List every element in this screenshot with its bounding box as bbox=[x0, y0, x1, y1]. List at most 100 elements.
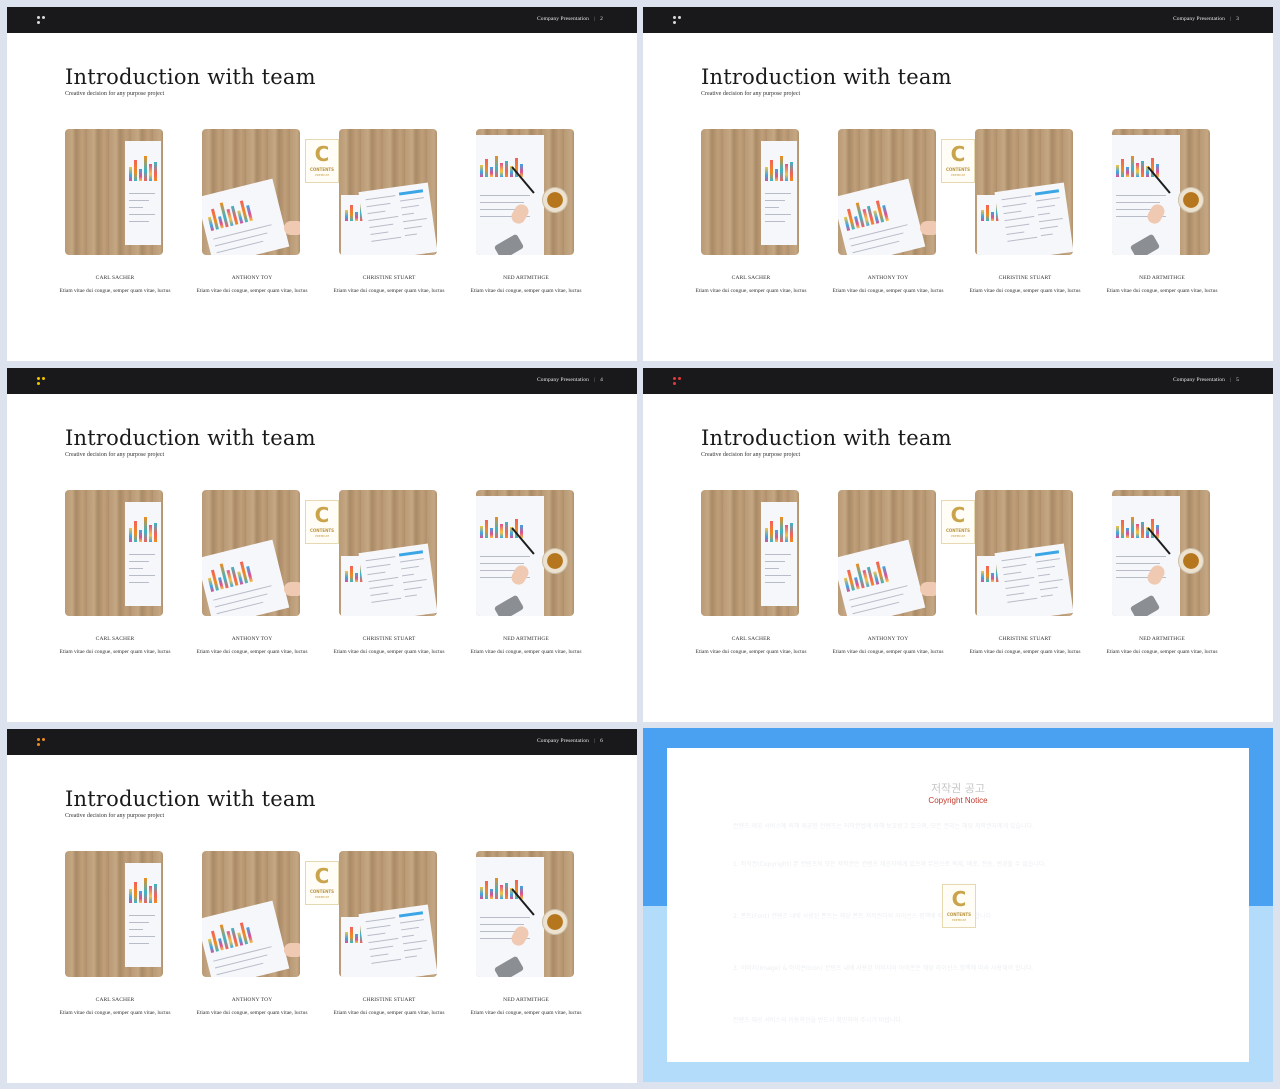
text-line-mark bbox=[1005, 584, 1030, 590]
chart-paper bbox=[761, 141, 797, 245]
chart-bar-mark bbox=[500, 523, 503, 538]
team-member-description: Etiam vitae dui congue, semper quam vita… bbox=[470, 649, 582, 655]
chart-bar-mark bbox=[1121, 520, 1124, 538]
text-line-mark bbox=[129, 922, 149, 923]
text-line-mark bbox=[400, 919, 424, 924]
team-slide[interactable]: Company Presentation | 5 Introduction with … bbox=[643, 368, 1273, 722]
team-member-photo bbox=[975, 129, 1073, 255]
chart-bar-mark bbox=[139, 530, 142, 542]
team-slide[interactable]: Company Presentation | 6 Introduction with … bbox=[7, 729, 637, 1083]
text-line-mark bbox=[1116, 195, 1166, 196]
chart-bar-mark bbox=[495, 517, 498, 538]
text-line-mark bbox=[850, 232, 904, 247]
coffee-cup-icon bbox=[1178, 548, 1204, 574]
chart-bar-mark bbox=[991, 573, 994, 582]
chart-bar-mark bbox=[480, 164, 483, 177]
team-member-photo bbox=[202, 490, 300, 616]
team-member-card: CARL SACHER Etiam vitae dui congue, sempe… bbox=[55, 851, 175, 1019]
header-separator: | bbox=[593, 16, 596, 22]
team-member-card: CHRISTINE STUART Etiam vitae dui congue, … bbox=[329, 490, 449, 658]
chart-bar-mark bbox=[770, 160, 773, 181]
text-line-mark bbox=[1005, 223, 1030, 229]
text-line-mark bbox=[129, 561, 149, 562]
chart-bar-mark bbox=[765, 166, 768, 181]
brand-logo-icon bbox=[37, 377, 47, 387]
chart-bar-mark bbox=[345, 571, 348, 582]
team-member-name: CARL SACHER bbox=[95, 275, 135, 281]
team-slide[interactable]: Company Presentation | 4 Introduction with … bbox=[7, 368, 637, 722]
slide-title: Introduction with team bbox=[701, 426, 952, 450]
text-line-mark bbox=[480, 931, 518, 932]
team-slide[interactable]: Company Presentation | 2 Introduction with … bbox=[7, 7, 637, 361]
team-slide[interactable]: Company Presentation | 3 Introduction with … bbox=[643, 7, 1273, 361]
chart-bar-mark bbox=[785, 164, 788, 181]
report-paper bbox=[358, 543, 437, 616]
text-line-mark bbox=[129, 221, 149, 222]
slide-subtitle: Creative decision for any purpose projec… bbox=[701, 452, 801, 458]
brand-logo-icon bbox=[37, 16, 47, 26]
watermark-text: CONTENTS bbox=[945, 528, 971, 533]
text-line-mark bbox=[1007, 597, 1038, 603]
slide-subtitle: Creative decision for any purpose projec… bbox=[65, 813, 165, 819]
header-meta: Company Presentation | 3 bbox=[1173, 16, 1239, 22]
logo-dot bbox=[37, 16, 40, 19]
chart-paper bbox=[125, 502, 161, 606]
chart-bar-mark bbox=[1126, 167, 1129, 177]
chart-bar-mark bbox=[485, 159, 488, 177]
coffee-cup-icon bbox=[542, 909, 568, 935]
watermark-letter: C bbox=[314, 142, 330, 166]
report-header-block bbox=[398, 550, 424, 557]
team-member-photo bbox=[202, 129, 300, 255]
text-line-mark bbox=[1036, 197, 1060, 202]
text-line-mark bbox=[366, 924, 391, 930]
text-line-mark bbox=[400, 558, 424, 563]
contents-watermark-logo: C CONTENTS PREMIUM bbox=[941, 500, 975, 544]
chart-bar-mark bbox=[485, 881, 488, 899]
chart-bar-mark bbox=[505, 882, 508, 899]
logo-dot bbox=[42, 738, 45, 741]
text-line-mark bbox=[367, 932, 386, 937]
team-member-name: CHRISTINE STUART bbox=[998, 636, 1052, 642]
slide-title: Introduction with team bbox=[701, 65, 952, 89]
team-member-photo bbox=[838, 490, 936, 616]
text-line-mark bbox=[129, 936, 155, 937]
text-line-mark bbox=[370, 231, 389, 235]
team-member-name: CHRISTINE STUART bbox=[362, 997, 416, 1003]
text-line-mark bbox=[1116, 209, 1154, 210]
chart-bar-mark bbox=[495, 878, 498, 899]
team-member-description: Etiam vitae dui congue, semper quam vita… bbox=[470, 288, 582, 294]
text-line-mark bbox=[371, 958, 402, 964]
text-line-mark bbox=[480, 195, 530, 196]
hand-shape bbox=[284, 582, 300, 596]
team-member-card: NED ARTMITHGE Etiam vitae dui congue, sem… bbox=[466, 490, 586, 658]
chart-bar-mark bbox=[780, 156, 783, 181]
chart-bar-mark bbox=[355, 212, 358, 221]
team-member-card: NED ARTMITHGE Etiam vitae dui congue, sem… bbox=[466, 129, 586, 297]
team-member-card: ANTHONY TOY Etiam vitae dui congue, sempe… bbox=[828, 129, 948, 297]
chart-bar-mark bbox=[495, 156, 498, 177]
team-member-name: NED ARTMITHGE bbox=[503, 997, 549, 1003]
watermark-text: CONTENTS bbox=[946, 912, 972, 917]
page-number: 5 bbox=[1236, 377, 1239, 383]
chart-bar-mark bbox=[490, 889, 493, 899]
hand-shape bbox=[920, 221, 936, 235]
chart-bar-mark bbox=[500, 884, 503, 899]
report-header-block bbox=[398, 911, 424, 918]
logo-dot bbox=[42, 16, 45, 19]
text-line-mark bbox=[370, 953, 389, 957]
report-paper bbox=[994, 543, 1073, 616]
team-member-description: Etiam vitae dui congue, semper quam vita… bbox=[333, 649, 445, 655]
text-line-mark bbox=[367, 571, 386, 576]
text-line-mark bbox=[403, 586, 422, 591]
header-separator: | bbox=[1229, 377, 1232, 383]
team-member-name: ANTHONY TOY bbox=[231, 997, 273, 1003]
copyright-slide[interactable]: 저작권 공고 Copyright Notice 컨텐츠 제공 서비스에 의해 제… bbox=[643, 728, 1273, 1082]
team-member-photo bbox=[65, 851, 163, 977]
logo-dot bbox=[37, 382, 40, 385]
copyright-paragraph: 3. 이미지(Image) & 아이콘(Icon) 컨텐츠 내에 사용된 이미지… bbox=[733, 965, 1034, 972]
chart-bar-mark bbox=[149, 525, 152, 542]
chart-bar-mark bbox=[129, 527, 132, 542]
chart-bar-mark bbox=[350, 566, 353, 582]
text-line-mark bbox=[765, 561, 785, 562]
text-line-mark bbox=[1036, 558, 1060, 563]
